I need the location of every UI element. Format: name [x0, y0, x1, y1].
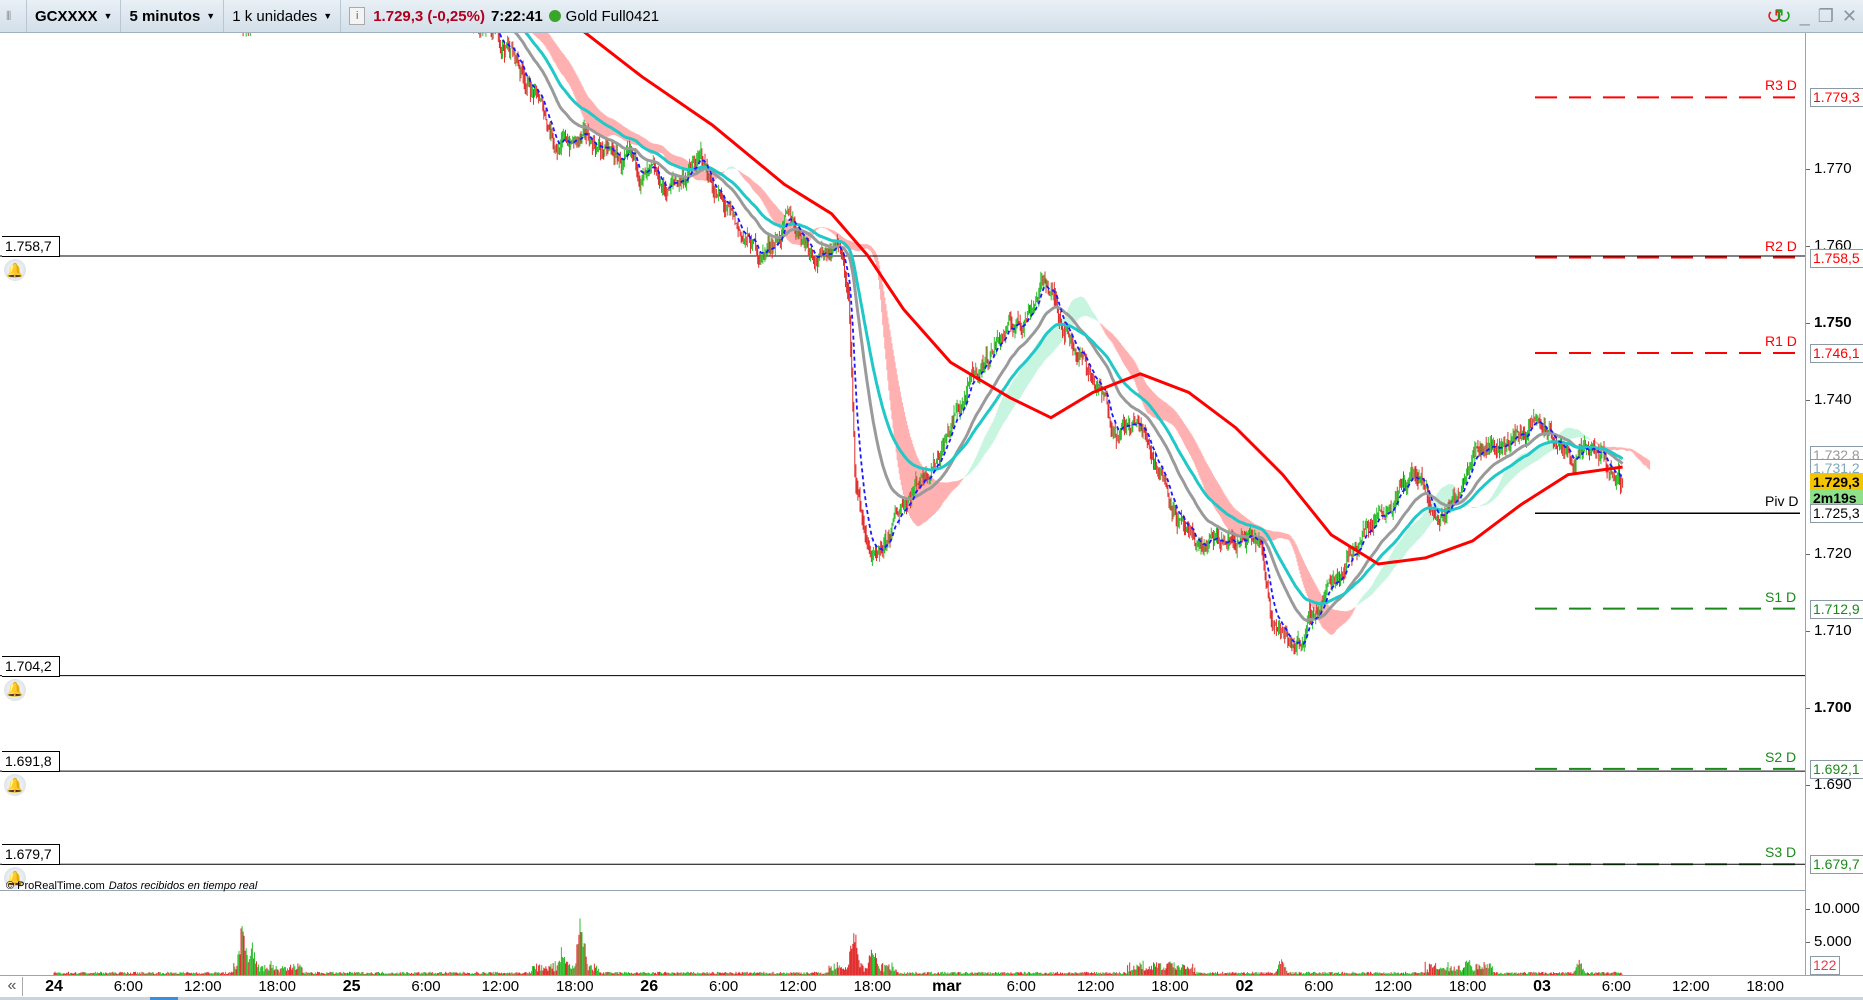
time-label: mar: [932, 978, 962, 995]
alert-price-label[interactable]: 1.704,2: [2, 655, 60, 677]
cloud-up: [725, 166, 1592, 606]
time-label: 6:00: [1304, 978, 1334, 995]
time-label: 18:00: [853, 978, 892, 995]
up-candles: [245, 33, 1623, 656]
price-tick: 1.740: [1806, 391, 1852, 408]
pivot-value: 1.758,5: [1810, 248, 1863, 268]
time-label: 6:00: [1006, 978, 1036, 995]
slow-ma-line: [583, 33, 1623, 566]
candles: [242, 33, 1624, 656]
time-label: 24: [45, 978, 63, 995]
time-axis[interactable]: 24 6:00 12:00 18:00 25 6:00 12:00 18:00 26 6:00 12…: [0, 975, 1863, 998]
alert-price-label[interactable]: 1.758,7: [2, 236, 60, 257]
pivot-value: 1.746,1: [1810, 344, 1863, 364]
pivot-value: 1.692,1: [1810, 759, 1863, 779]
volume-up-bars: [56, 918, 1623, 975]
price-tick: 1.770: [1806, 160, 1852, 177]
down-candles: [242, 33, 1624, 655]
pivot-name: R2 D: [1765, 237, 1797, 254]
pivot-name: S3 D: [1765, 844, 1797, 861]
price-tick: 1.700: [1806, 699, 1852, 716]
time-label: 18:00: [556, 978, 594, 995]
time-label: 18:00: [1151, 978, 1189, 995]
price-tick: 1.710: [1806, 622, 1852, 639]
moving-averages: [498, 33, 1624, 646]
time-label: 6:00: [113, 978, 143, 995]
fast-ma-line: [498, 33, 1624, 646]
time-label: 12:00: [481, 978, 520, 995]
time-label: 12:00: [1672, 978, 1710, 995]
time-label: 6:00: [1601, 978, 1631, 995]
time-label: 6:00: [708, 978, 739, 995]
time-label: 18:00: [258, 978, 296, 995]
pivot-value: 1.779,3: [1810, 88, 1863, 108]
time-label: 18:00: [1448, 978, 1487, 995]
volume-bars: [53, 918, 1624, 975]
time-label: 6:00: [411, 978, 441, 995]
pivot-value: 1.712,9: [1810, 599, 1863, 619]
time-label: 12:00: [1374, 978, 1412, 995]
time-label: 12:00: [1076, 978, 1115, 995]
alert-price-label[interactable]: 1.691,8: [2, 751, 60, 773]
time-label: 12:00: [779, 978, 817, 995]
bell-icon[interactable]: 🔔: [4, 678, 26, 701]
mid-ma-line: [513, 33, 1624, 622]
price-chart[interactable]: [0, 0, 1863, 1000]
pivot-value: 1.679,7: [1810, 855, 1863, 875]
time-label: 02: [1235, 978, 1254, 995]
pivot-name: Piv D: [1765, 493, 1799, 510]
volume-down-bars: [53, 928, 1624, 975]
bell-icon[interactable]: 🔔: [4, 259, 26, 281]
price-tick: 1.720: [1806, 545, 1852, 562]
panel-divider[interactable]: [0, 890, 1805, 891]
volume-tick-5000: 5.000: [1806, 933, 1852, 950]
pivot-name: S1 D: [1765, 588, 1797, 605]
time-label: 12:00: [184, 978, 222, 995]
price-tick: 1.750: [1806, 314, 1852, 331]
pivot-value: 1.725,3: [1810, 504, 1863, 524]
scroll-left-button[interactable]: «: [2, 977, 23, 996]
time-label: 18:00: [1746, 978, 1784, 995]
pivot-name: R3 D: [1765, 77, 1797, 94]
time-label: 03: [1533, 978, 1551, 995]
alert-price-label[interactable]: 1.679,7: [2, 844, 60, 866]
bell-icon[interactable]: 🔔: [4, 774, 26, 797]
volume-tick-10000: 10.000: [1806, 900, 1860, 917]
time-label: 25: [342, 978, 361, 995]
pivot-name: S2 D: [1765, 748, 1797, 765]
pivot-name: R1 D: [1765, 333, 1797, 350]
time-label: 26: [640, 978, 659, 995]
volume-current: 122: [1810, 956, 1840, 975]
credit: © ProRealTime.com Datos recibidos en tiem…: [6, 880, 258, 892]
